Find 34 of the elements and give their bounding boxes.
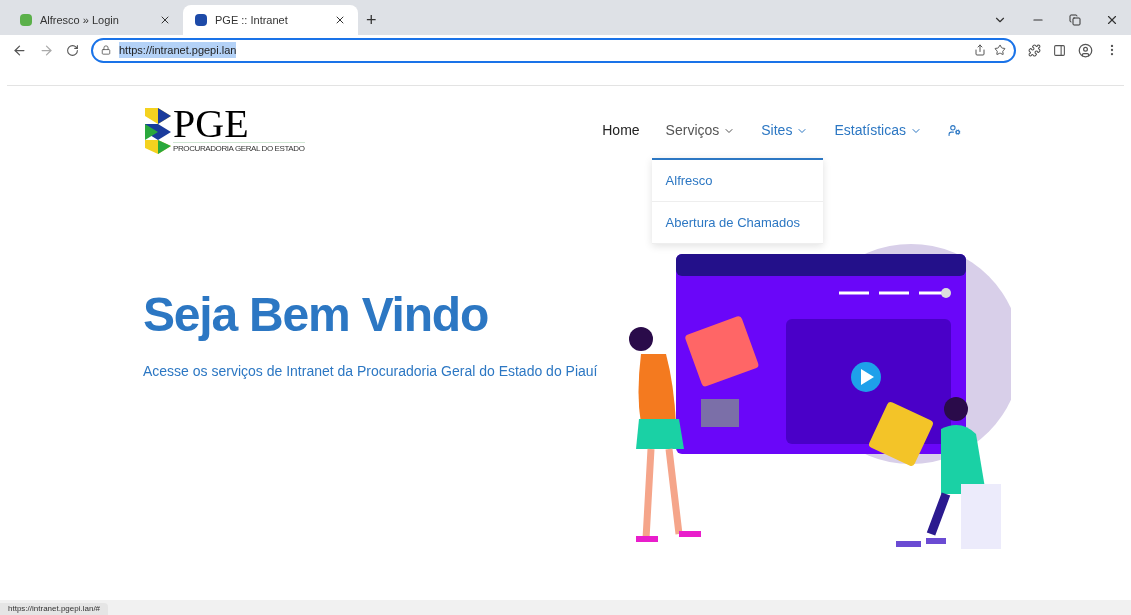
nav-dropdown[interactable]: Serviços	[665, 120, 736, 141]
tab-title: Alfresco » Login	[40, 12, 120, 28]
tab-title: PGE :: Intranet	[215, 12, 289, 28]
logo-title: PGE	[173, 106, 305, 143]
logo[interactable]: PGE PROCURADORIA GERAL DO ESTADO	[145, 106, 305, 155]
favicon-icon	[20, 14, 32, 26]
user-icon[interactable]	[948, 124, 961, 137]
logo-icon	[145, 107, 171, 154]
side-panel-icon[interactable]	[1053, 43, 1066, 57]
url-text: https://intranet.pgepi.lan	[119, 41, 237, 59]
favicon-icon	[195, 14, 207, 26]
reload-icon[interactable]	[66, 43, 79, 57]
bookmark-star-icon[interactable]	[994, 44, 1006, 56]
dropdown-item[interactable]: Abertura de Chamados	[651, 202, 823, 244]
share-icon[interactable]	[974, 44, 986, 56]
hero-title: Seja Bem Vindo	[143, 291, 490, 339]
back-icon[interactable]	[12, 42, 27, 58]
close-icon[interactable]	[159, 14, 171, 26]
new-tab-button[interactable]: +	[358, 5, 385, 35]
dropdown-item[interactable]: Alfresco	[651, 160, 823, 202]
extensions-icon[interactable]	[1028, 43, 1041, 57]
restore-icon[interactable]	[1069, 14, 1081, 26]
nav-dropdown[interactable]: Sites	[761, 120, 809, 141]
browser-tab[interactable]: PGE :: Intranet	[183, 5, 358, 35]
profile-icon[interactable]	[1078, 42, 1093, 58]
address-bar[interactable]: https://intranet.pgepi.lan	[91, 37, 1016, 63]
logo-subtitle: PROCURADORIA GERAL DO ESTADO	[173, 143, 305, 155]
close-icon[interactable]	[1105, 13, 1119, 27]
close-icon[interactable]	[334, 14, 346, 26]
nav-link[interactable]: Home	[602, 120, 640, 141]
hero-subtitle: Acesse os serviços de Intranet da Procuradoria Geral do Estado do Piauí	[143, 362, 599, 381]
lock-icon	[101, 45, 111, 55]
nav-dropdown[interactable]: Estatísticas	[834, 120, 922, 141]
status-url: https://intranet.pgepi.lan/#	[0, 603, 109, 615]
